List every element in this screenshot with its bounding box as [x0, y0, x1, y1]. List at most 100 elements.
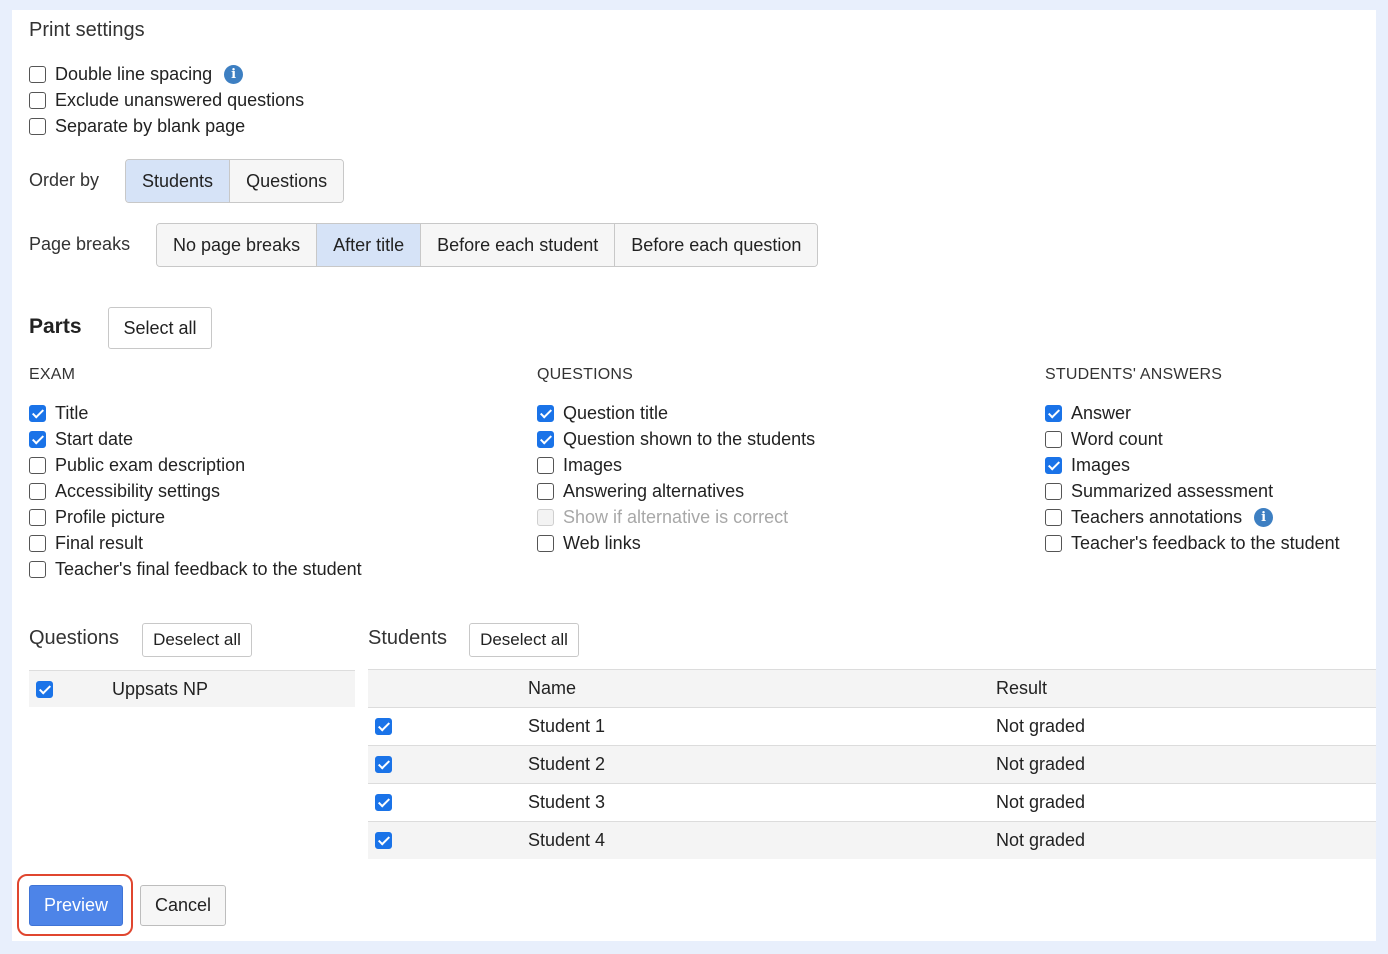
exam-title-checkbox[interactable] [29, 404, 46, 422]
question-shown-checkbox[interactable] [537, 430, 554, 448]
exam-option-start-date[interactable]: Start date [29, 428, 133, 450]
student-row-checkbox[interactable] [375, 794, 392, 811]
exam-option-label: Final result [55, 532, 144, 553]
answer-option-annotations[interactable]: Teachers annotations i [1045, 506, 1274, 528]
answer-option-images[interactable]: Images [1045, 454, 1130, 476]
print-settings-panel: Print settings Double line spacing i Exc… [12, 10, 1376, 941]
question-option-shown[interactable]: Question shown to the students [537, 428, 815, 450]
question-option-title[interactable]: Question title [537, 402, 668, 424]
preview-button[interactable]: Preview [29, 885, 123, 926]
question-row-checkbox[interactable] [36, 680, 53, 698]
question-option-label: Show if alternative is correct [563, 506, 789, 527]
double-line-spacing-option[interactable]: Double line spacing i [29, 63, 244, 85]
student-result: Not graded [996, 830, 1086, 850]
answer-option-label: Summarized assessment [1071, 480, 1274, 501]
question-option-label: Question title [563, 402, 669, 423]
double-line-spacing-checkbox[interactable] [29, 65, 46, 83]
question-web-links-checkbox[interactable] [537, 534, 554, 552]
exam-option-accessibility[interactable]: Accessibility settings [29, 480, 220, 502]
exam-final-feedback-checkbox[interactable] [29, 560, 46, 578]
exam-option-final-feedback[interactable]: Teacher's final feedback to the student [29, 558, 362, 580]
student-result: Not graded [996, 792, 1086, 812]
no-page-breaks-button[interactable]: No page breaks [157, 224, 318, 266]
order-by-questions-button[interactable]: Questions [230, 160, 344, 202]
info-icon[interactable]: i [1254, 507, 1274, 527]
student-name: Student 2 [528, 754, 606, 774]
answer-answer-checkbox[interactable] [1045, 404, 1062, 422]
answer-feedback-checkbox[interactable] [1045, 534, 1062, 552]
separate-blank-page-checkbox[interactable] [29, 117, 46, 135]
exam-option-label: Teacher's final feedback to the student [55, 558, 362, 579]
table-row[interactable]: Student 4 Not graded [368, 821, 1376, 859]
answer-option-answer[interactable]: Answer [1045, 402, 1131, 424]
exam-option-label: Start date [55, 428, 134, 449]
question-images-checkbox[interactable] [537, 456, 554, 474]
answer-option-label: Word count [1071, 428, 1163, 449]
select-all-button[interactable]: Select all [108, 307, 212, 349]
order-by-students-button[interactable]: Students [126, 160, 231, 202]
student-result: Not graded [996, 716, 1086, 736]
exam-option-title[interactable]: Title [29, 402, 88, 424]
after-title-button[interactable]: After title [317, 224, 422, 266]
student-name: Student 1 [528, 716, 606, 736]
parts-title: Parts [29, 315, 82, 338]
question-title-checkbox[interactable] [537, 404, 554, 422]
exam-option-profile-picture[interactable]: Profile picture [29, 506, 165, 528]
questions-deselect-all-button[interactable]: Deselect all [142, 623, 252, 657]
name-column-header[interactable]: Name [528, 678, 996, 699]
info-icon[interactable]: i [224, 64, 244, 84]
exam-final-result-checkbox[interactable] [29, 534, 46, 552]
question-alternatives-checkbox[interactable] [537, 482, 554, 500]
students-deselect-all-button[interactable]: Deselect all [469, 623, 579, 657]
answer-option-label: Images [1071, 454, 1131, 475]
print-settings-title: Print settings [29, 19, 145, 41]
table-row[interactable]: Student 3 Not graded [368, 783, 1376, 821]
answer-option-feedback[interactable]: Teacher's feedback to the student [1045, 532, 1340, 554]
students-list-title: Students [368, 627, 447, 649]
table-row[interactable]: Uppsats NP [29, 670, 355, 707]
result-column-header[interactable]: Result [996, 678, 1376, 699]
student-row-checkbox[interactable] [375, 832, 392, 849]
question-option-label: Web links [563, 532, 641, 553]
table-row[interactable]: Student 1 Not graded [368, 707, 1376, 745]
answer-images-checkbox[interactable] [1045, 456, 1062, 474]
question-option-alternatives[interactable]: Answering alternatives [537, 480, 744, 502]
answer-option-summarized[interactable]: Summarized assessment [1045, 480, 1273, 502]
exam-option-public-description[interactable]: Public exam description [29, 454, 245, 476]
exam-start-date-checkbox[interactable] [29, 430, 46, 448]
student-row-checkbox[interactable] [375, 756, 392, 773]
order-by-label: Order by [29, 170, 100, 190]
before-each-student-button[interactable]: Before each student [421, 224, 616, 266]
answer-option-label: Teacher's feedback to the student [1071, 532, 1340, 553]
table-row[interactable]: Student 2 Not graded [368, 745, 1376, 783]
question-option-label: Images [563, 454, 623, 475]
exam-heading: EXAM [29, 366, 76, 383]
question-option-show-correct: Show if alternative is correct [537, 506, 788, 528]
questions-list-title: Questions [29, 627, 120, 649]
answer-summarized-checkbox[interactable] [1045, 482, 1062, 500]
exclude-unanswered-option[interactable]: Exclude unanswered questions [29, 89, 304, 111]
question-option-images[interactable]: Images [537, 454, 622, 476]
exam-option-label: Public exam description [55, 454, 246, 475]
table-header-row: Name Result [368, 669, 1376, 707]
answer-word-count-checkbox[interactable] [1045, 430, 1062, 448]
separate-blank-page-label: Separate by blank page [55, 115, 246, 136]
question-show-correct-checkbox [537, 508, 554, 526]
double-line-spacing-label: Double line spacing [55, 63, 213, 84]
exam-public-description-checkbox[interactable] [29, 456, 46, 474]
answer-option-label: Answer [1071, 402, 1132, 423]
exam-accessibility-checkbox[interactable] [29, 482, 46, 500]
exam-profile-picture-checkbox[interactable] [29, 508, 46, 526]
exam-option-final-result[interactable]: Final result [29, 532, 143, 554]
cancel-button[interactable]: Cancel [140, 885, 226, 926]
separate-blank-page-option[interactable]: Separate by blank page [29, 115, 245, 137]
answer-option-word-count[interactable]: Word count [1045, 428, 1163, 450]
question-option-web-links[interactable]: Web links [537, 532, 641, 554]
student-result: Not graded [996, 754, 1086, 774]
before-each-question-button[interactable]: Before each question [615, 224, 818, 266]
question-option-label: Question shown to the students [563, 428, 816, 449]
exclude-unanswered-checkbox[interactable] [29, 91, 46, 109]
answer-annotations-checkbox[interactable] [1045, 508, 1062, 526]
exam-option-label: Profile picture [55, 506, 166, 527]
student-row-checkbox[interactable] [375, 718, 392, 735]
